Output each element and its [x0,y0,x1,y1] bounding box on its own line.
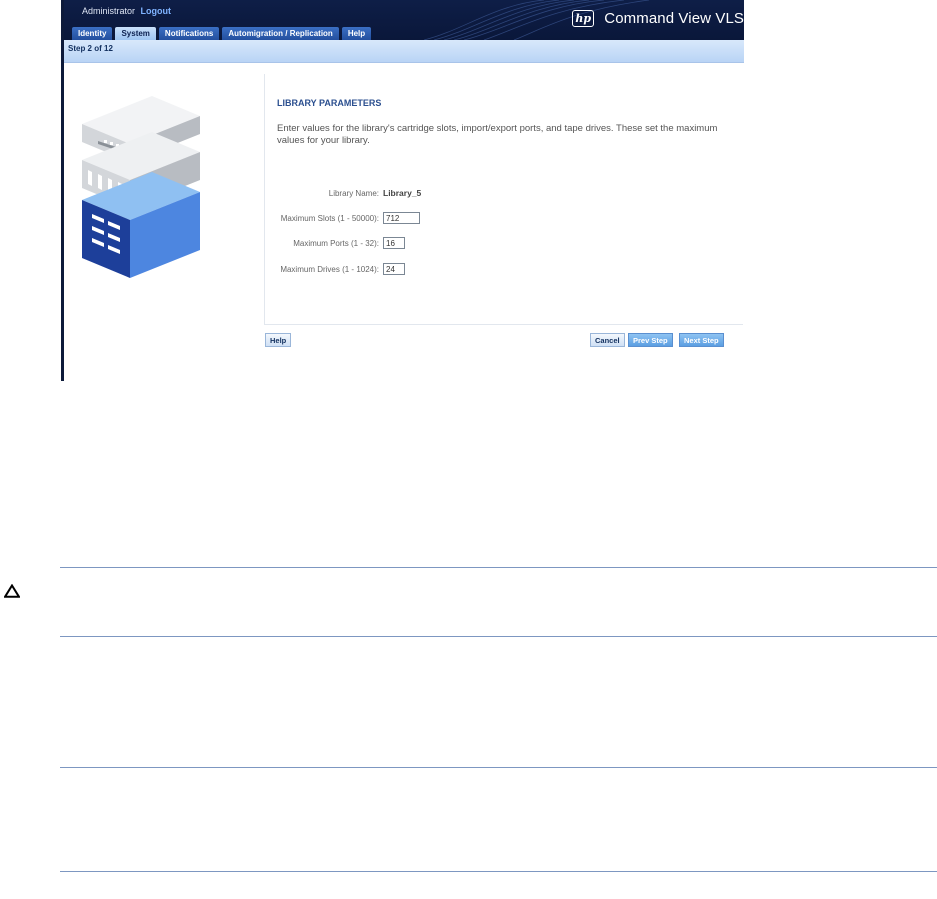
max-slots-row: Maximum Slots (1 - 50000): [265,211,420,225]
max-drives-input[interactable] [383,263,405,275]
screenshot-window: Administrator Logout hp Command View VLS… [61,0,744,381]
user-area: Administrator Logout [82,6,171,16]
hp-logo-icon: hp [572,9,595,27]
library-name-row: Library Name: Library_5 [265,186,422,200]
max-drives-row: Maximum Drives (1 - 1024): [265,262,405,276]
cancel-button[interactable]: Cancel [590,333,625,347]
header-bar: Administrator Logout hp Command View VLS… [64,0,744,40]
brand: hp Command View VLS [572,6,744,30]
tab-system[interactable]: System [115,27,156,40]
caution-triangle-icon [4,584,20,598]
caution-top-rule [60,567,937,568]
next-step-button[interactable]: Next Step [679,333,724,347]
max-slots-label: Maximum Slots (1 - 50000): [280,213,379,223]
step-bar: Step 2 of 12 [64,40,744,63]
note-top-rule [60,767,937,768]
step-indicator: Step 2 of 12 [68,44,113,53]
product-name: Command View VLS [604,9,744,27]
note-bottom-rule [60,871,937,872]
tab-identity[interactable]: Identity [72,27,113,40]
max-drives-label: Maximum Drives (1 - 1024): [280,264,379,274]
wizard-content-panel: LIBRARY PARAMETERS Enter values for the … [264,74,743,325]
library-name-label: Library Name: [328,188,379,198]
max-slots-input[interactable] [383,212,420,224]
help-button[interactable]: Help [265,333,292,347]
section-description: Enter values for the library's cartridge… [277,123,718,146]
tab-automigration-replication[interactable]: Automigration / Replication [222,27,339,40]
logout-link[interactable]: Logout [141,6,172,16]
max-ports-row: Maximum Ports (1 - 32): [265,236,405,250]
library-name-value: Library_5 [383,188,422,198]
section-title: LIBRARY PARAMETERS [277,98,382,108]
main-tabs: Identity System Notifications Automigrat… [72,27,374,40]
prev-step-button[interactable]: Prev Step [628,333,673,347]
tab-notifications[interactable]: Notifications [158,27,220,40]
max-ports-label: Maximum Ports (1 - 32): [293,238,379,248]
user-name: Administrator [82,6,136,16]
tape-library-icon [82,96,200,278]
caution-bottom-rule [60,636,937,637]
tab-help[interactable]: Help [341,27,372,40]
max-ports-input[interactable] [383,237,405,249]
